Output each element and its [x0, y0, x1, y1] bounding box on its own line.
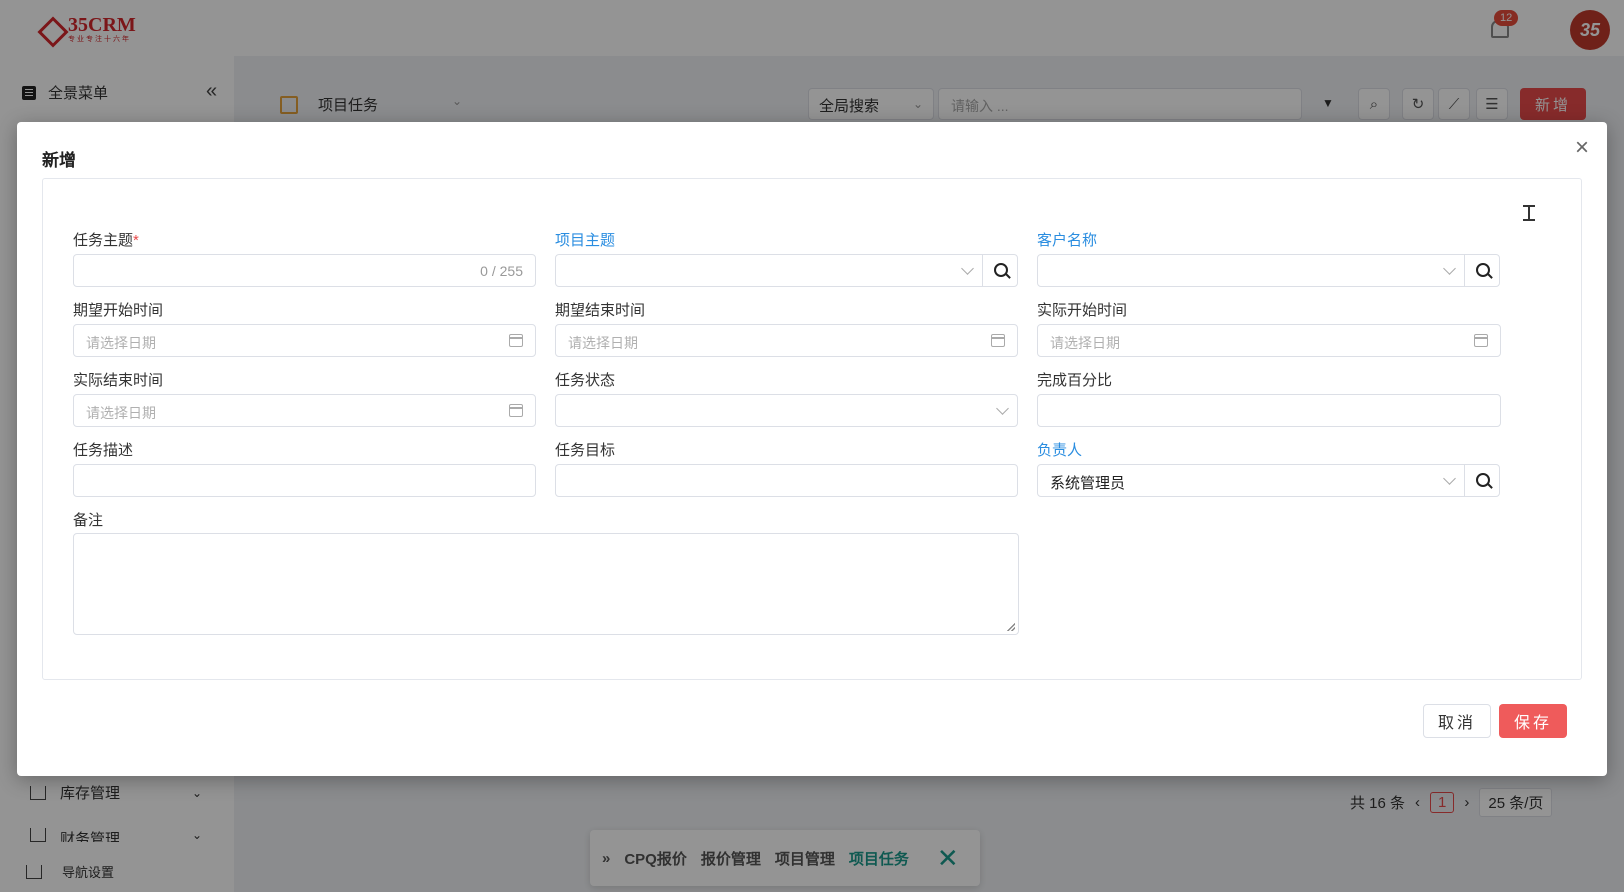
task-desc-input[interactable]: [73, 464, 536, 497]
task-goal-input[interactable]: [555, 464, 1018, 497]
owner-select[interactable]: 系统管理员: [1037, 464, 1465, 497]
form-card: 任务主题* 0 / 255 项目主题 客户名称 期望开始时间 请选择日期 期望结…: [42, 178, 1582, 680]
new-task-dialog: 新增 × 任务主题* 0 / 255 项目主题 客户名称 期望开始时间 请选择日…: [17, 122, 1607, 776]
task-subject-label-text: 任务主题: [73, 232, 134, 249]
expected-end-label: 期望结束时间: [555, 302, 646, 319]
calendar-icon: [1474, 334, 1488, 347]
owner-value: 系统管理员: [1050, 475, 1126, 492]
owner-search-button[interactable]: [1464, 464, 1500, 497]
resize-handle-icon[interactable]: [1007, 623, 1015, 631]
remarks-label: 备注: [73, 512, 104, 529]
close-icon[interactable]: ×: [1575, 136, 1589, 160]
customer-name-label[interactable]: 客户名称: [1037, 229, 1097, 250]
search-icon: [994, 263, 1008, 277]
project-subject-label[interactable]: 项目主题: [555, 229, 615, 250]
customer-search-button[interactable]: [1464, 254, 1500, 287]
dialog-title: 新增: [42, 151, 76, 170]
remarks-textarea[interactable]: [73, 533, 1019, 635]
save-button[interactable]: 保存: [1499, 704, 1567, 738]
required-mark: *: [133, 232, 139, 249]
calendar-icon: [509, 404, 523, 417]
chevron-down-icon: [961, 262, 974, 275]
completion-pct-input[interactable]: [1037, 394, 1501, 427]
expected-start-label: 期望开始时间: [73, 302, 164, 319]
project-subject-select[interactable]: [555, 254, 983, 287]
task-desc-label: 任务描述: [73, 442, 134, 459]
search-icon: [1476, 263, 1490, 277]
cancel-button[interactable]: 取消: [1423, 704, 1491, 738]
date-placeholder: 请选择日期: [86, 405, 156, 421]
chevron-down-icon: [1443, 472, 1456, 485]
task-subject-label: 任务主题*: [73, 229, 139, 250]
date-placeholder: 请选择日期: [568, 335, 638, 351]
chevron-down-icon: [996, 402, 1009, 415]
actual-start-date-picker[interactable]: 请选择日期: [1037, 324, 1501, 357]
task-status-select[interactable]: [555, 394, 1018, 427]
calendar-icon: [991, 334, 1005, 347]
search-icon: [1476, 473, 1490, 487]
completion-pct-label: 完成百分比: [1037, 372, 1113, 389]
date-placeholder: 请选择日期: [86, 335, 156, 351]
actual-end-date-picker[interactable]: 请选择日期: [73, 394, 536, 427]
expected-end-date-picker[interactable]: 请选择日期: [555, 324, 1018, 357]
char-counter: 0 / 255: [480, 263, 523, 279]
calendar-icon: [509, 334, 523, 347]
actual-start-label: 实际开始时间: [1037, 302, 1128, 319]
task-subject-input[interactable]: 0 / 255: [73, 254, 536, 287]
owner-label[interactable]: 负责人: [1037, 439, 1082, 460]
chevron-down-icon: [1443, 262, 1456, 275]
customer-name-select[interactable]: [1037, 254, 1465, 287]
actual-end-label: 实际结束时间: [73, 372, 164, 389]
project-search-button[interactable]: [982, 254, 1018, 287]
date-placeholder: 请选择日期: [1050, 335, 1120, 351]
task-goal-label: 任务目标: [555, 442, 616, 459]
expected-start-date-picker[interactable]: 请选择日期: [73, 324, 536, 357]
task-status-label: 任务状态: [555, 372, 616, 389]
